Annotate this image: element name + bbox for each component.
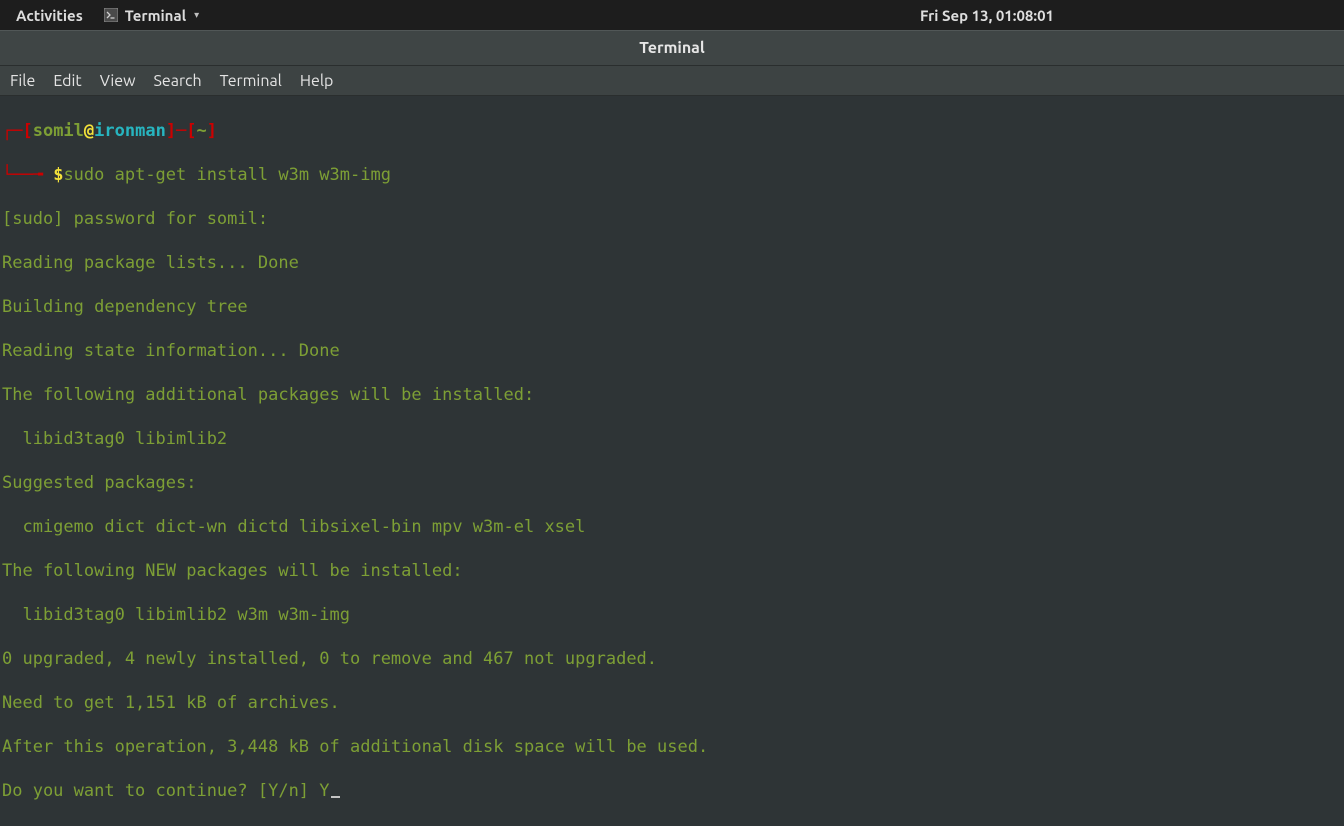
cursor bbox=[331, 796, 340, 798]
menu-view[interactable]: View bbox=[100, 72, 136, 90]
output-line: Need to get 1,151 kB of archives. bbox=[2, 692, 1342, 714]
menu-terminal[interactable]: Terminal bbox=[220, 72, 282, 90]
output-line-prompt: Do you want to continue? [Y/n] Y bbox=[2, 780, 1342, 802]
terminal-icon bbox=[103, 7, 119, 23]
gnome-top-bar: Activities Terminal ▾ Fri Sep 13, 01:08:… bbox=[0, 0, 1344, 30]
menu-bar: File Edit View Search Terminal Help bbox=[0, 66, 1344, 96]
prompt-dollar: $ bbox=[53, 165, 63, 185]
output-line: cmigemo dict dict-wn dictd libsixel-bin … bbox=[2, 516, 1342, 538]
prompt-bracket-mid: ]─[ bbox=[166, 121, 197, 141]
prompt-line-2: └──╼ $sudo apt-get install w3m w3m-img bbox=[2, 164, 1342, 186]
menu-edit[interactable]: Edit bbox=[53, 72, 81, 90]
prompt-cwd: ~ bbox=[197, 121, 207, 141]
prompt-bracket-open: ┌─[ bbox=[2, 121, 33, 141]
output-line: Suggested packages: bbox=[2, 472, 1342, 494]
window-title: Terminal bbox=[639, 39, 704, 57]
prompt-host: ironman bbox=[94, 121, 166, 141]
window-title-bar: Terminal bbox=[0, 30, 1344, 66]
output-line: Reading state information... Done bbox=[2, 340, 1342, 362]
prompt-arrow: └──╼ bbox=[2, 165, 53, 185]
clock[interactable]: Fri Sep 13, 01:08:01 bbox=[920, 7, 1054, 24]
output-line: libid3tag0 libimlib2 bbox=[2, 428, 1342, 450]
prompt-bracket-close: ] bbox=[207, 121, 217, 141]
output-line: 0 upgraded, 4 newly installed, 0 to remo… bbox=[2, 648, 1342, 670]
terminal-viewport[interactable]: ┌─[somil@ironman]─[~] └──╼ $sudo apt-get… bbox=[0, 96, 1344, 826]
menu-file[interactable]: File bbox=[10, 72, 35, 90]
output-line: Reading package lists... Done bbox=[2, 252, 1342, 274]
prompt-at: @ bbox=[84, 121, 94, 141]
prompt-line-1: ┌─[somil@ironman]─[~] bbox=[2, 120, 1342, 142]
activities-button[interactable]: Activities bbox=[10, 7, 89, 24]
output-line: [sudo] password for somil: bbox=[2, 208, 1342, 230]
menu-help[interactable]: Help bbox=[300, 72, 334, 90]
output-line: The following additional packages will b… bbox=[2, 384, 1342, 406]
app-menu[interactable]: Terminal ▾ bbox=[95, 7, 207, 24]
app-menu-label: Terminal bbox=[125, 7, 186, 24]
output-line: After this operation, 3,448 kB of additi… bbox=[2, 736, 1342, 758]
prompt-user: somil bbox=[33, 121, 84, 141]
chevron-down-icon: ▾ bbox=[194, 9, 199, 21]
output-line: libid3tag0 libimlib2 w3m w3m-img bbox=[2, 604, 1342, 626]
prompt-command: sudo apt-get install w3m w3m-img bbox=[63, 165, 391, 185]
menu-search[interactable]: Search bbox=[154, 72, 202, 90]
output-line: Building dependency tree bbox=[2, 296, 1342, 318]
continue-prompt: Do you want to continue? [Y/n] Y bbox=[2, 781, 330, 801]
output-line: The following NEW packages will be insta… bbox=[2, 560, 1342, 582]
